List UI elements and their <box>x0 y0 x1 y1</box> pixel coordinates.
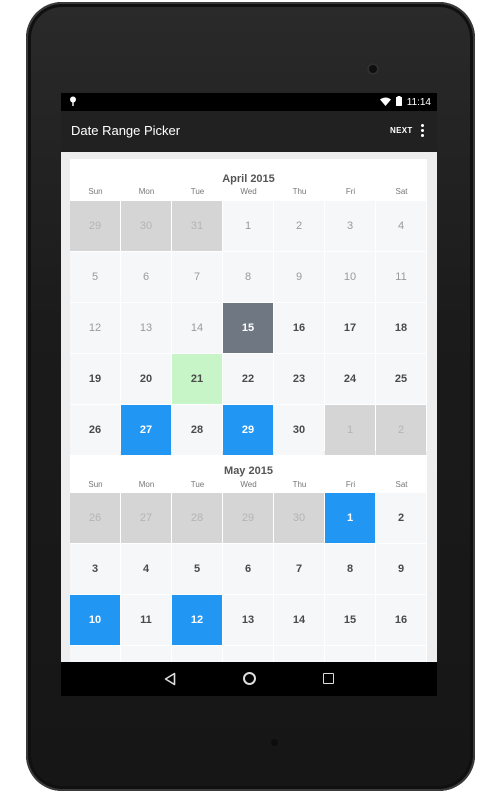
calendar-scroll-area[interactable]: April 2015 Sun Mon Tue Wed Thu Fri Sat 29 30 31 1 2… <box>61 152 437 662</box>
day-cell[interactable]: 19 <box>70 354 120 404</box>
day-cell[interactable]: 13 <box>223 595 273 645</box>
weekday-label: Fri <box>345 187 356 196</box>
day-cell[interactable]: 2 <box>274 201 324 251</box>
day-cell[interactable]: 28 <box>172 405 222 455</box>
day-cell[interactable]: 12 <box>172 595 222 645</box>
day-cell[interactable]: 17 <box>325 303 375 353</box>
day-cell[interactable]: 7 <box>172 252 222 302</box>
day-cell[interactable]: 9 <box>376 544 426 594</box>
day-cell[interactable]: 6 <box>223 544 273 594</box>
day-cell[interactable]: 29 <box>223 405 273 455</box>
day-cell[interactable]: 30 <box>274 405 324 455</box>
day-cell[interactable]: 1 <box>325 493 375 543</box>
day-cell[interactable]: 20 <box>223 646 273 662</box>
day-cell[interactable]: 29 <box>223 493 273 543</box>
day-cell[interactable]: 22 <box>325 646 375 662</box>
battery-icon <box>395 96 402 109</box>
day-cell[interactable]: 28 <box>172 493 222 543</box>
day-cell[interactable]: 19 <box>172 646 222 662</box>
weekday-label: Mon <box>138 480 155 489</box>
weekday-label: Wed <box>240 187 257 196</box>
day-cell[interactable]: 14 <box>274 595 324 645</box>
day-cell[interactable]: 3 <box>325 201 375 251</box>
back-icon[interactable] <box>164 672 178 686</box>
day-cell[interactable]: 31 <box>172 201 222 251</box>
day-cell[interactable]: 29 <box>70 201 120 251</box>
day-cell[interactable]: 5 <box>172 544 222 594</box>
month-card-april: April 2015 Sun Mon Tue Wed Thu Fri Sat 29 30 31 1 2… <box>70 159 427 455</box>
day-cell[interactable]: 16 <box>274 303 324 353</box>
day-cell[interactable]: 15 <box>325 595 375 645</box>
weekday-label: Thu <box>292 187 307 196</box>
day-cell[interactable]: 10 <box>325 252 375 302</box>
day-cell[interactable]: 8 <box>325 544 375 594</box>
sensor-icon <box>271 739 278 746</box>
day-cell[interactable]: 8 <box>223 252 273 302</box>
next-button[interactable]: NEXT <box>390 126 413 135</box>
weekday-label: Sun <box>88 187 103 196</box>
day-cell[interactable]: 23 <box>376 646 426 662</box>
day-cell[interactable]: 12 <box>70 303 120 353</box>
day-cell[interactable]: 9 <box>274 252 324 302</box>
app-title: Date Range Picker <box>71 123 181 138</box>
day-cell[interactable]: 27 <box>121 405 171 455</box>
day-cell[interactable]: 21 <box>274 646 324 662</box>
day-cell[interactable]: 15 <box>223 303 273 353</box>
day-cell[interactable]: 17 <box>70 646 120 662</box>
month-title: April 2015 <box>222 173 275 185</box>
day-cell[interactable]: 27 <box>121 493 171 543</box>
day-cell[interactable]: 4 <box>121 544 171 594</box>
day-cell[interactable]: 1 <box>223 201 273 251</box>
status-bar: 11:14 <box>61 93 437 111</box>
pin-icon <box>69 96 77 109</box>
weekday-label: Fri <box>345 480 356 489</box>
day-cell[interactable]: 13 <box>121 303 171 353</box>
camera-icon <box>367 63 379 75</box>
day-cell[interactable]: 7 <box>274 544 324 594</box>
day-cell[interactable]: 1 <box>325 405 375 455</box>
day-cell[interactable]: 30 <box>121 201 171 251</box>
screen: 11:14 Date Range Picker NEXT April 2015 … <box>61 93 437 696</box>
recents-icon[interactable] <box>323 673 334 684</box>
day-cell[interactable]: 2 <box>376 405 426 455</box>
day-cell[interactable]: 6 <box>121 252 171 302</box>
day-cell[interactable]: 23 <box>274 354 324 404</box>
wifi-icon <box>379 97 391 109</box>
weekday-label: Tue <box>190 480 205 489</box>
day-cell[interactable]: 26 <box>70 493 120 543</box>
home-icon[interactable] <box>243 672 256 685</box>
clock-text: 11:14 <box>406 97 431 108</box>
day-cell[interactable]: 10 <box>70 595 120 645</box>
day-cell[interactable]: 25 <box>376 354 426 404</box>
day-cell[interactable]: 22 <box>223 354 273 404</box>
day-cell[interactable]: 4 <box>376 201 426 251</box>
day-cell[interactable]: 18 <box>376 303 426 353</box>
weekday-label: Thu <box>292 480 307 489</box>
weekday-label: Wed <box>240 480 257 489</box>
day-cell[interactable]: 20 <box>121 354 171 404</box>
day-cell[interactable]: 24 <box>325 354 375 404</box>
day-cell[interactable]: 26 <box>70 405 120 455</box>
month-card-may: May 2015 Sun Mon Tue Wed Thu Fri Sat 26 27 28 29 30… <box>70 455 427 662</box>
day-cell[interactable]: 11 <box>121 595 171 645</box>
day-cell[interactable]: 3 <box>70 544 120 594</box>
day-cell[interactable]: 2 <box>376 493 426 543</box>
day-cell[interactable]: 11 <box>376 252 426 302</box>
weekday-label: Sun <box>88 480 103 489</box>
overflow-menu-icon[interactable] <box>416 120 428 142</box>
day-cell[interactable]: 14 <box>172 303 222 353</box>
day-cell[interactable]: 18 <box>121 646 171 662</box>
day-cell[interactable]: 30 <box>274 493 324 543</box>
navigation-bar <box>61 662 437 696</box>
day-cell[interactable]: 21 <box>172 354 222 404</box>
weekday-label: Tue <box>190 187 205 196</box>
day-cell[interactable]: 16 <box>376 595 426 645</box>
weekday-label: Sat <box>395 480 408 489</box>
app-bar: Date Range Picker NEXT <box>61 111 437 152</box>
month-title: May 2015 <box>224 465 273 477</box>
weekday-label: Mon <box>138 187 155 196</box>
weekday-label: Sat <box>395 187 408 196</box>
day-cell[interactable]: 5 <box>70 252 120 302</box>
